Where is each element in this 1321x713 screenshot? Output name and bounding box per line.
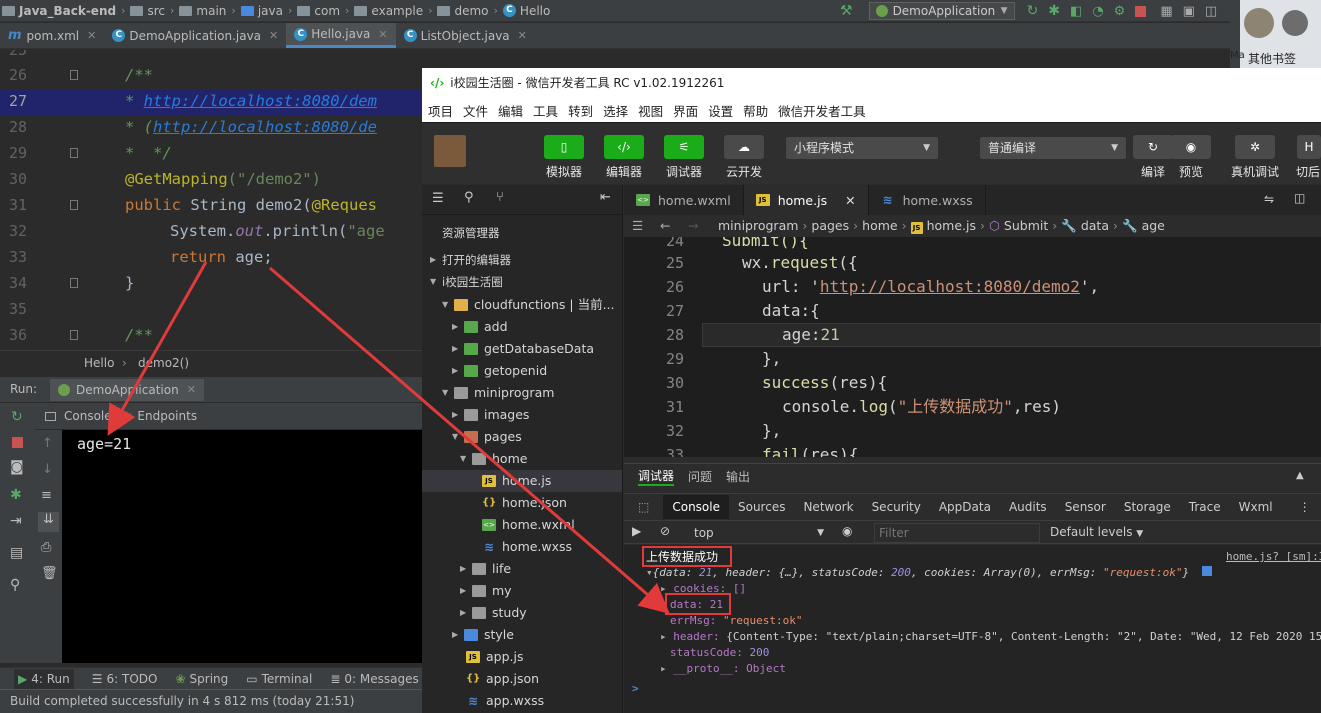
arrow-to-console — [107, 261, 208, 436]
arrow-to-data — [269, 266, 670, 614]
annotation-arrows — [107, 261, 670, 614]
